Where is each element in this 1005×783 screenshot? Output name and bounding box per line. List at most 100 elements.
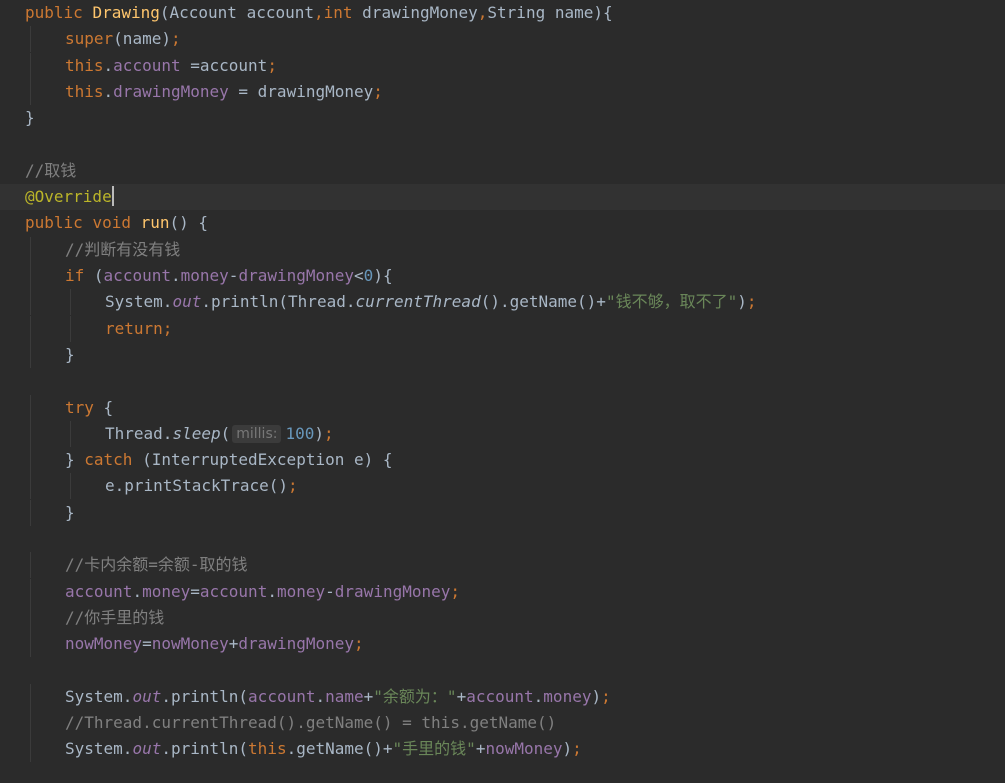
code-token: (name) xyxy=(113,29,171,49)
code-token: .println( xyxy=(161,739,249,759)
code-line[interactable]: System.out.println(account.name+"余额为："+a… xyxy=(0,683,1005,710)
code-line[interactable]: System.out.println(Thread.currentThread(… xyxy=(0,289,1005,316)
code-line-text: if (account.money-drawingMoney<0){ xyxy=(65,263,393,289)
code-token: drawingMoney xyxy=(113,81,229,101)
indent-guide xyxy=(30,52,31,79)
code-line[interactable]: this.account =account; xyxy=(0,52,1005,79)
code-token: Drawing xyxy=(92,3,160,22)
code-token: } xyxy=(65,450,85,470)
code-token: } xyxy=(65,344,75,364)
code-token: System. xyxy=(105,292,173,312)
code-line[interactable]: e.printStackTrace(); xyxy=(0,473,1005,500)
code-token: ) xyxy=(314,423,325,443)
parameter-hint: millis: xyxy=(232,424,282,443)
code-line[interactable]: return; xyxy=(0,315,1005,342)
code-token: money xyxy=(142,581,191,601)
code-token: Thread. xyxy=(105,423,173,443)
code-token: drawingMoney xyxy=(334,581,451,601)
code-line[interactable]: //Thread.currentThread().getName() = thi… xyxy=(0,710,1005,737)
indent-guide xyxy=(30,236,31,263)
indent-guide xyxy=(30,447,31,474)
code-line[interactable]: //判断有没有钱 xyxy=(0,236,1005,263)
indent-guide xyxy=(30,420,31,447)
code-token: account xyxy=(113,55,181,75)
code-line[interactable]: try { xyxy=(0,394,1005,421)
code-token: . xyxy=(103,81,114,101)
code-line[interactable]: //取钱 xyxy=(0,158,1005,184)
code-line[interactable] xyxy=(0,658,1005,684)
indent-guide xyxy=(30,578,31,605)
code-token: //判断有没有钱 xyxy=(65,239,181,259)
code-line[interactable]: } catch (InterruptedException e) { xyxy=(0,447,1005,474)
indent-guide xyxy=(30,26,31,53)
code-line[interactable]: System.out.println(this.getName()+"手里的钱"… xyxy=(0,736,1005,763)
code-line-text: //取钱 xyxy=(25,158,76,184)
code-line[interactable]: //卡内余额=余额-取的钱 xyxy=(0,552,1005,579)
indent-guide xyxy=(30,736,31,763)
code-token: ( xyxy=(220,423,231,443)
code-line[interactable] xyxy=(0,526,1005,552)
code-token: //你手里的钱 xyxy=(65,607,165,627)
code-token: this xyxy=(65,55,104,75)
indent-guide xyxy=(30,341,31,368)
code-line-text: System.out.println(this.getName()+"手里的钱"… xyxy=(65,736,582,762)
code-token: money xyxy=(276,581,326,601)
code-token: = drawingMoney xyxy=(228,81,374,101)
code-token: account xyxy=(65,581,133,601)
code-token: .println( xyxy=(161,686,249,706)
code-token: money xyxy=(543,686,592,706)
code-token: super xyxy=(65,29,114,49)
code-line-text: @Override xyxy=(25,184,114,210)
code-line-text: //卡内余额=余额-取的钱 xyxy=(65,552,248,578)
indent-guide xyxy=(30,473,31,500)
code-line[interactable]: super(name); xyxy=(0,26,1005,53)
code-line[interactable]: @Override xyxy=(0,184,1005,211)
code-token: . xyxy=(103,55,114,75)
code-line[interactable]: //你手里的钱 xyxy=(0,604,1005,631)
code-line-text: //你手里的钱 xyxy=(65,605,164,631)
indent-guide xyxy=(30,315,31,342)
code-token: System. xyxy=(65,739,133,759)
code-line[interactable]: account.money=account.money-drawingMoney… xyxy=(0,578,1005,605)
code-token: public xyxy=(25,3,93,22)
code-token: //Thread.currentThread().getName() = thi… xyxy=(65,713,557,733)
code-token: out xyxy=(132,686,162,706)
code-token: ; xyxy=(267,55,277,75)
code-line[interactable]: Thread.sleep(millis: 100); xyxy=(0,420,1005,447)
code-line[interactable]: nowMoney=nowMoney+drawingMoney; xyxy=(0,631,1005,658)
code-line-text: } catch (InterruptedException e) { xyxy=(65,447,393,473)
code-token: ){ xyxy=(373,266,393,285)
code-line[interactable] xyxy=(0,763,1005,783)
code-token: 100 xyxy=(285,423,315,443)
code-line[interactable]: this.drawingMoney = drawingMoney; xyxy=(0,78,1005,105)
code-line[interactable]: } xyxy=(0,499,1005,526)
code-token: run xyxy=(140,213,170,233)
code-token: account xyxy=(103,266,171,285)
code-token: money xyxy=(180,266,229,285)
code-line[interactable] xyxy=(0,368,1005,394)
code-line[interactable]: } xyxy=(0,341,1005,368)
code-editor[interactable]: public Drawing(Account account,int drawi… xyxy=(0,0,1005,783)
code-token: @Override xyxy=(25,187,112,207)
code-line[interactable]: if (account.money-drawingMoney<0){ xyxy=(0,263,1005,289)
code-token: . xyxy=(315,686,326,706)
code-token: "手里的钱" xyxy=(392,739,476,759)
code-token: - xyxy=(325,581,335,601)
code-token: = xyxy=(190,581,200,601)
code-token: drawingMoney xyxy=(362,3,478,22)
code-line-text: this.account =account; xyxy=(65,53,277,79)
code-token: . xyxy=(267,581,277,601)
code-line[interactable]: public void run() { xyxy=(0,210,1005,236)
indent-guide xyxy=(30,710,31,737)
indent-guide xyxy=(70,420,71,447)
code-line-text: public Drawing(Account account,int drawi… xyxy=(25,0,613,26)
code-line[interactable] xyxy=(0,132,1005,158)
code-line-text: public void run() { xyxy=(25,210,208,236)
code-line[interactable]: public Drawing(Account account,int drawi… xyxy=(0,0,1005,26)
code-token: ; xyxy=(324,423,334,443)
indent-guide xyxy=(30,263,31,289)
indent-guide xyxy=(30,499,31,526)
code-line[interactable]: } xyxy=(0,105,1005,131)
code-token: ) xyxy=(562,739,573,759)
code-token: nowMoney xyxy=(485,739,563,759)
